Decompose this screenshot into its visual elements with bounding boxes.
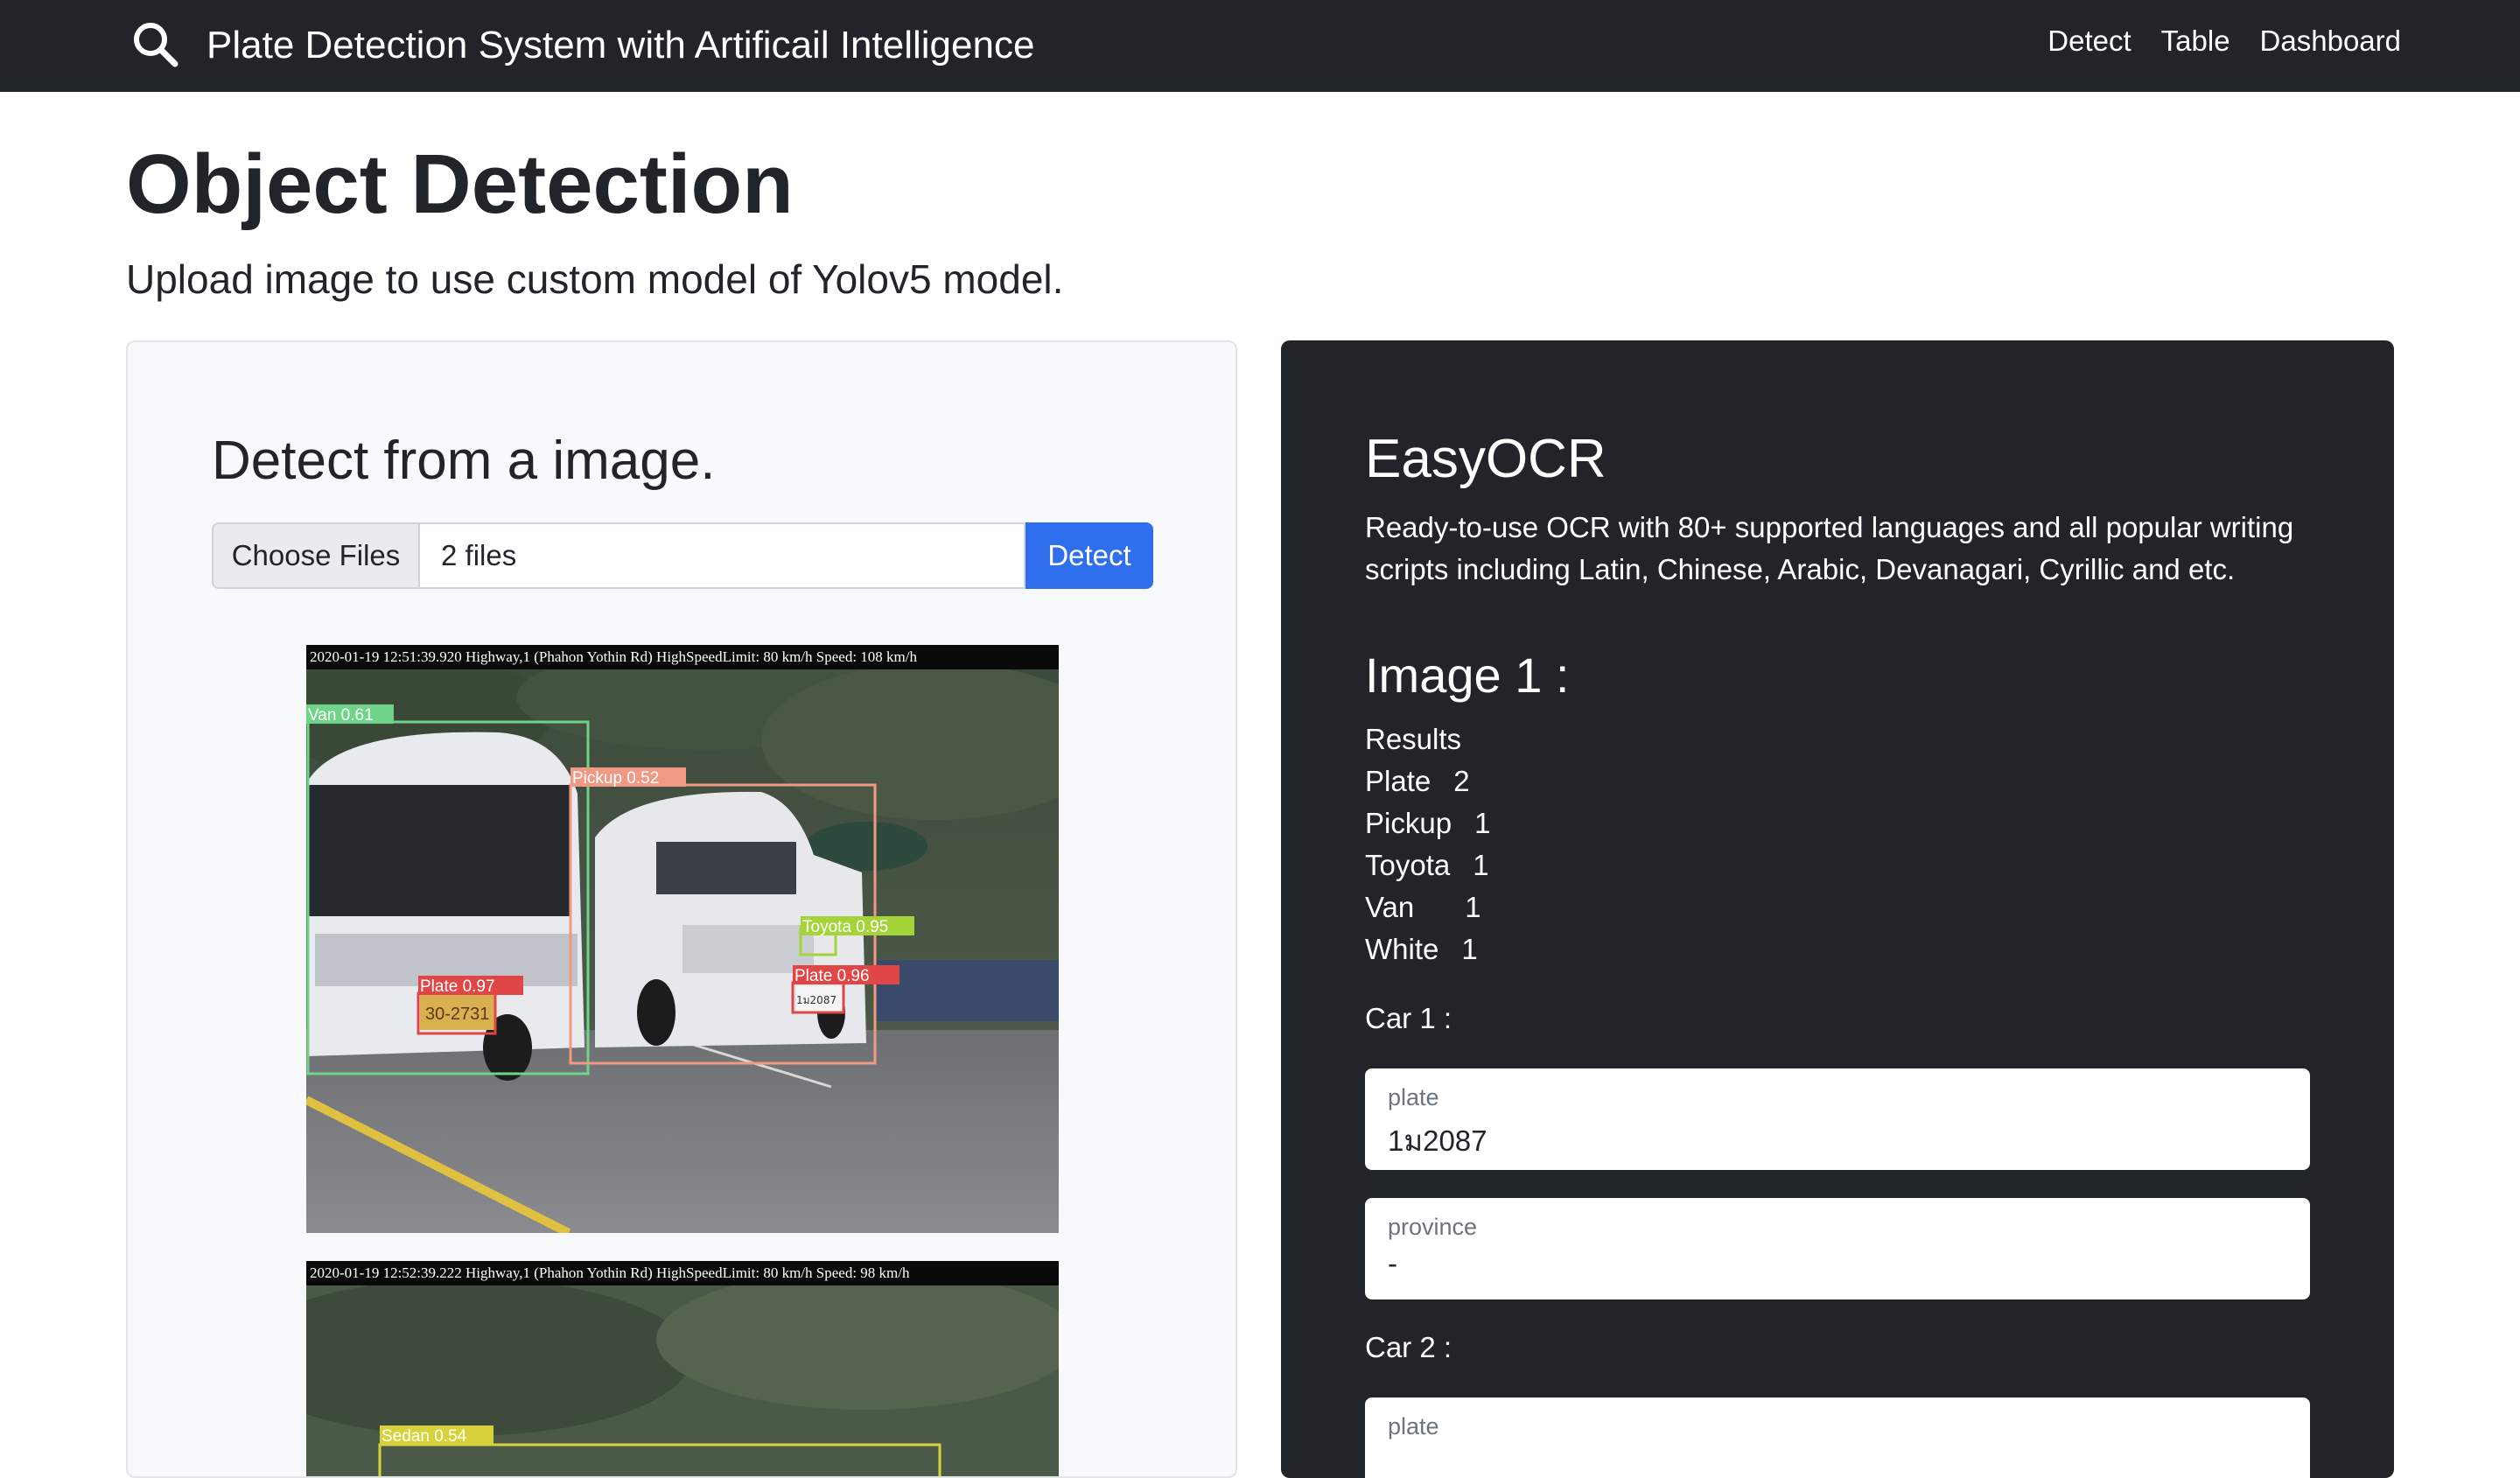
plate-text-2: 1ม2087	[796, 994, 836, 1006]
nav-link-dashboard[interactable]: Dashboard	[2260, 25, 2401, 58]
file-status-field[interactable]: 2 files	[420, 522, 1026, 589]
car-label: Car 2 :	[1365, 1331, 1452, 1363]
detection-label-sedan: Sedan 0.54	[382, 1427, 467, 1446]
field-label: plate	[1388, 1084, 1439, 1110]
detection-label-plate-2: Plate 0.96	[794, 967, 870, 985]
result-name: Pickup	[1365, 807, 1452, 839]
result-count: 1	[1465, 891, 1481, 923]
nav-links: Detect Table Dashboard	[2048, 25, 2401, 58]
nav-link-table[interactable]: Table	[2161, 25, 2230, 58]
detection-label-van: Van 0.61	[308, 706, 374, 725]
image-caption-2: 2020-01-19 12:52:39.222 Highway,1 (Phaho…	[310, 1264, 910, 1281]
result-row: Plate 2	[1365, 760, 1490, 802]
field-value: 1ม2087	[1388, 1124, 1488, 1157]
detection-result-image-2: 2020-01-19 12:52:39.222 Highway,1 (Phaho…	[306, 1261, 1059, 1476]
detection-label-toyota: Toyota 0.95	[802, 918, 888, 936]
image-result-title: Image 1 :	[1365, 648, 1570, 703]
detect-panel: Detect from a image. Choose Files 2 file…	[126, 340, 1237, 1478]
ocr-description: Ready-to-use OCR with 80+ supported lang…	[1365, 511, 2294, 585]
navbar: Plate Detection System with Artificail I…	[0, 0, 2520, 92]
result-row: White 1	[1365, 928, 1490, 970]
results-list: Results Plate 2 Pickup 1 Toyota 1 Van 1 …	[1365, 718, 1490, 970]
result-count: 1	[1473, 849, 1489, 881]
field-label: province	[1388, 1214, 1478, 1240]
result-name: Van	[1365, 891, 1415, 923]
field-label: plate	[1388, 1413, 1439, 1439]
result-name: Toyota	[1365, 849, 1451, 881]
plate-field[interactable]: plate 1ม2087	[1365, 1068, 2310, 1170]
detect-panel-title: Detect from a image.	[212, 431, 716, 491]
detection-label-plate-1: Plate 0.97	[420, 977, 495, 996]
choose-files-button[interactable]: Choose Files	[212, 522, 420, 589]
plate-text-1: 30-2731	[425, 1005, 489, 1024]
result-count: 1	[1461, 933, 1478, 965]
province-field[interactable]: province -	[1365, 1198, 2310, 1299]
detect-button[interactable]: Detect	[1026, 522, 1153, 589]
result-name: White	[1365, 933, 1439, 965]
image-caption-1: 2020-01-19 12:51:39.920 Highway,1 (Phaho…	[310, 648, 917, 665]
result-row: Van 1	[1365, 886, 1490, 928]
car-label: Car 1 :	[1365, 1002, 1452, 1034]
page-subtitle: Upload image to use custom model of Yolo…	[126, 256, 1064, 302]
search-icon	[130, 18, 180, 74]
brand-title: Plate Detection System with Artificail I…	[206, 24, 1035, 67]
result-row: Toyota 1	[1365, 844, 1490, 886]
nav-link-detect[interactable]: Detect	[2048, 25, 2131, 58]
plate-field[interactable]: plate	[1365, 1397, 2310, 1478]
detection-result-image-1: 2020-01-19 12:51:39.920 Highway,1 (Phaho…	[306, 645, 1059, 1233]
result-name: Plate	[1365, 765, 1432, 797]
result-count: 1	[1474, 807, 1491, 839]
ocr-panel-title: EasyOCR	[1365, 429, 1606, 489]
result-row: Pickup 1	[1365, 802, 1490, 844]
results-label: Results	[1365, 723, 1462, 755]
detection-label-pickup: Pickup 0.52	[572, 769, 659, 788]
field-value: -	[1388, 1247, 1397, 1279]
ocr-panel: EasyOCR Ready-to-use OCR with 80+ suppor…	[1281, 340, 2394, 1478]
file-input-group: Choose Files 2 files Detect	[212, 522, 1153, 589]
page-title: Object Detection	[126, 137, 794, 231]
result-count: 2	[1453, 765, 1470, 797]
navbar-brand[interactable]: Plate Detection System with Artificail I…	[130, 19, 1034, 72]
